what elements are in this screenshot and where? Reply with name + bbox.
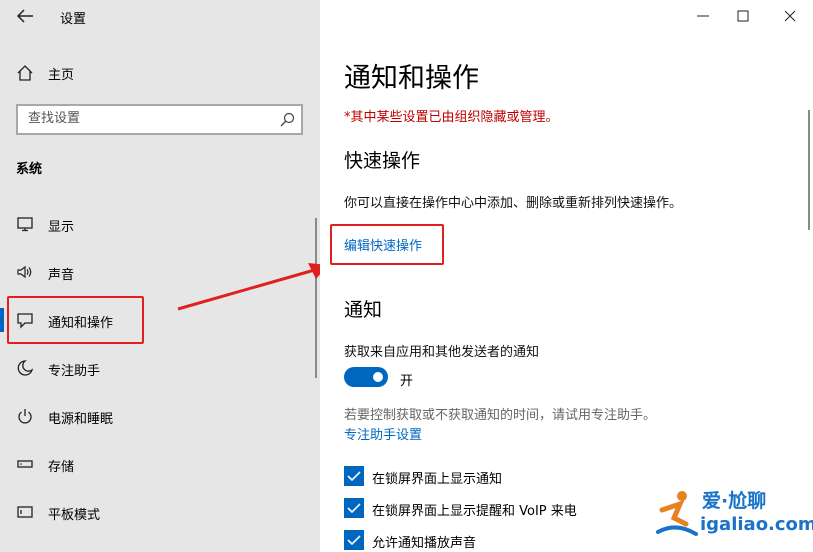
toggle-state-label: 开 xyxy=(400,374,414,389)
sidebar-item-label: 电源和睡眠 xyxy=(48,412,114,427)
sidebar-item-display[interactable]: 显示 xyxy=(0,204,320,244)
monitor-icon xyxy=(17,217,33,232)
focus-assist-hint: 若要控制获取或不获取通知的时间，请试用专注助手。 xyxy=(344,408,657,423)
minimize-button[interactable] xyxy=(683,0,723,32)
policy-note: *其中某些设置已由组织隐藏或管理。 xyxy=(344,110,559,125)
lockscreen-reminders-checkbox[interactable] xyxy=(344,498,364,518)
sidebar-item-tablet-mode[interactable]: 平板模式 xyxy=(0,492,320,532)
watermark-url: igaliao.com xyxy=(700,514,813,535)
checkbox-label: 允许通知播放声音 xyxy=(372,536,477,551)
notification-sounds-checkbox[interactable] xyxy=(344,530,364,550)
notifications-toggle[interactable] xyxy=(344,367,388,387)
checkmark-icon xyxy=(347,535,361,546)
sidebar-item-label: 平板模式 xyxy=(48,508,101,523)
maximize-icon xyxy=(737,10,749,22)
checkbox-label: 在锁屏界面上显示通知 xyxy=(372,472,503,487)
quick-actions-heading: 快速操作 xyxy=(344,150,421,172)
moon-icon xyxy=(17,360,34,376)
minimize-icon xyxy=(697,15,709,17)
active-indicator xyxy=(0,308,4,332)
sidebar-item-label: 声音 xyxy=(48,268,75,283)
quick-actions-description: 你可以直接在操作中心中添加、删除或重新排列快速操作。 xyxy=(344,196,683,211)
close-icon xyxy=(784,10,796,22)
power-icon xyxy=(18,409,32,424)
toggle-knob xyxy=(373,372,383,382)
lockscreen-notifications-checkbox[interactable] xyxy=(344,466,364,486)
search-box[interactable] xyxy=(16,104,303,135)
page-title: 通知和操作 xyxy=(344,63,479,94)
sidebar-item-label: 显示 xyxy=(48,220,75,235)
app-title: 设置 xyxy=(60,12,87,27)
close-button[interactable] xyxy=(770,0,810,32)
watermark-logo-icon xyxy=(656,491,698,536)
annotation-highlight-box xyxy=(7,296,144,344)
tablet-icon xyxy=(17,506,33,518)
checkmark-icon xyxy=(347,471,361,482)
annotation-highlight-box xyxy=(330,224,444,265)
notifications-heading: 通知 xyxy=(344,299,383,321)
main-content: 通知和操作 *其中某些设置已由组织隐藏或管理。 快速操作 你可以直接在操作中心中… xyxy=(320,0,813,552)
search-icon[interactable] xyxy=(279,112,295,128)
sidebar-item-label: 专注助手 xyxy=(48,364,101,379)
back-arrow-icon[interactable] xyxy=(13,6,37,26)
annotation-arrow-icon xyxy=(177,263,328,311)
speaker-icon xyxy=(17,265,32,279)
search-input[interactable] xyxy=(28,111,268,126)
checkbox-label: 在锁屏界面上显示提醒和 VoIP 来电 xyxy=(372,504,577,519)
storage-icon xyxy=(17,460,33,468)
sidebar-item-storage[interactable]: 存储 xyxy=(0,444,320,484)
sidebar-item-focus-assist[interactable]: 专注助手 xyxy=(0,348,320,388)
sidebar-item-label: 存储 xyxy=(48,460,75,475)
checkmark-icon xyxy=(347,503,361,514)
home-link[interactable]: 主页 xyxy=(48,64,74,83)
home-icon xyxy=(17,65,33,81)
sidebar-item-power[interactable]: 电源和睡眠 xyxy=(0,396,320,436)
watermark-title: 爱·尬聊 xyxy=(702,490,767,512)
get-notifications-label: 获取来自应用和其他发送者的通知 xyxy=(344,345,540,360)
main-scrollbar[interactable] xyxy=(808,110,810,230)
maximize-button[interactable] xyxy=(723,0,763,32)
section-label: 系统 xyxy=(16,162,43,177)
focus-assist-settings-link[interactable]: 专注助手设置 xyxy=(344,424,422,443)
